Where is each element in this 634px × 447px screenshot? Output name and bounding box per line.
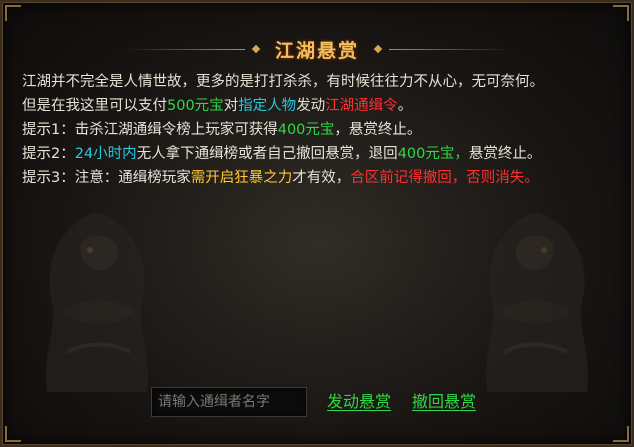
title-bar: 江湖悬赏 bbox=[2, 34, 632, 64]
diamond-ornament-icon bbox=[373, 44, 383, 54]
diamond-ornament-icon bbox=[251, 44, 261, 54]
title-divider bbox=[389, 48, 509, 50]
corner-ornament bbox=[613, 5, 629, 21]
condition-text: 需开启狂暴之力 bbox=[190, 170, 293, 186]
title-divider bbox=[124, 48, 245, 50]
text-segment: ， bbox=[454, 146, 469, 162]
text-segment: 悬赏终止。 bbox=[468, 146, 542, 162]
text-segment: 发动 bbox=[296, 98, 326, 114]
text-segment: ，悬赏终止。 bbox=[334, 122, 422, 138]
text-segment: 击杀江湖通缉令榜上玩家可获得 bbox=[74, 122, 278, 138]
dragon-statue-icon bbox=[485, 212, 589, 392]
intro-line: 江湖并不完全是人情世故，更多的是打打杀杀，有时候往往力不从心，无可奈何。 bbox=[22, 74, 544, 90]
text-segment: 。 bbox=[397, 98, 413, 114]
text-segment: 无人拿下通缉榜或者自己撤回悬赏，退回 bbox=[136, 146, 398, 162]
issue-bounty-button[interactable]: 发动悬赏 bbox=[327, 387, 391, 417]
revoke-bounty-button[interactable]: 撤回悬赏 bbox=[412, 387, 476, 417]
text-segment: 但是在我这里可以支付 bbox=[22, 98, 167, 114]
bounty-dialog: 江湖悬赏 江湖并不完全是人情世故，更多的是打打杀杀，有时候往往力不从心，无可奈何… bbox=[0, 0, 634, 447]
dialog-title: 江湖悬赏 bbox=[274, 39, 359, 62]
payment-line: 但是在我这里可以支付500元宝对指定人物发动江湖通缉令。 bbox=[22, 94, 622, 118]
tip-label: 提示1： bbox=[22, 122, 75, 138]
reward-amount: 400元宝 bbox=[277, 122, 335, 138]
corner-ornament bbox=[5, 5, 21, 21]
warning-text: 合区前记得撤回，否则消失。 bbox=[350, 170, 539, 186]
corner-ornament bbox=[613, 426, 629, 442]
tip-label: 提示2： bbox=[22, 146, 75, 162]
order-name: 江湖通缉令 bbox=[325, 98, 398, 114]
target-text: 指定人物 bbox=[238, 98, 297, 114]
tip-3: 提示3：注意：通缉榜玩家需开启狂暴之力才有效，合区前记得撤回，否则消失。 bbox=[22, 166, 622, 190]
time-limit: 24小时内 bbox=[74, 146, 137, 162]
tip-2: 提示2：24小时内无人拿下通缉榜或者自己撤回悬赏，退回400元宝，悬赏终止。 bbox=[22, 142, 622, 166]
cost-amount: 500元宝 bbox=[167, 98, 224, 114]
target-name-input[interactable] bbox=[151, 387, 307, 417]
text-segment: 才有效， bbox=[292, 170, 351, 186]
tip-label: 提示3： bbox=[22, 170, 75, 186]
corner-ornament bbox=[5, 426, 21, 442]
text-segment: 注意：通缉榜玩家 bbox=[74, 170, 191, 186]
refund-amount: 400元宝 bbox=[397, 146, 455, 162]
dragon-statue-icon bbox=[45, 212, 149, 392]
description-text: 江湖并不完全是人情世故，更多的是打打杀杀，有时候往往力不从心，无可奈何。 但是在… bbox=[22, 70, 622, 190]
tip-1: 提示1：击杀江湖通缉令榜上玩家可获得400元宝，悬赏终止。 bbox=[22, 118, 622, 142]
text-segment: 对 bbox=[223, 98, 239, 114]
